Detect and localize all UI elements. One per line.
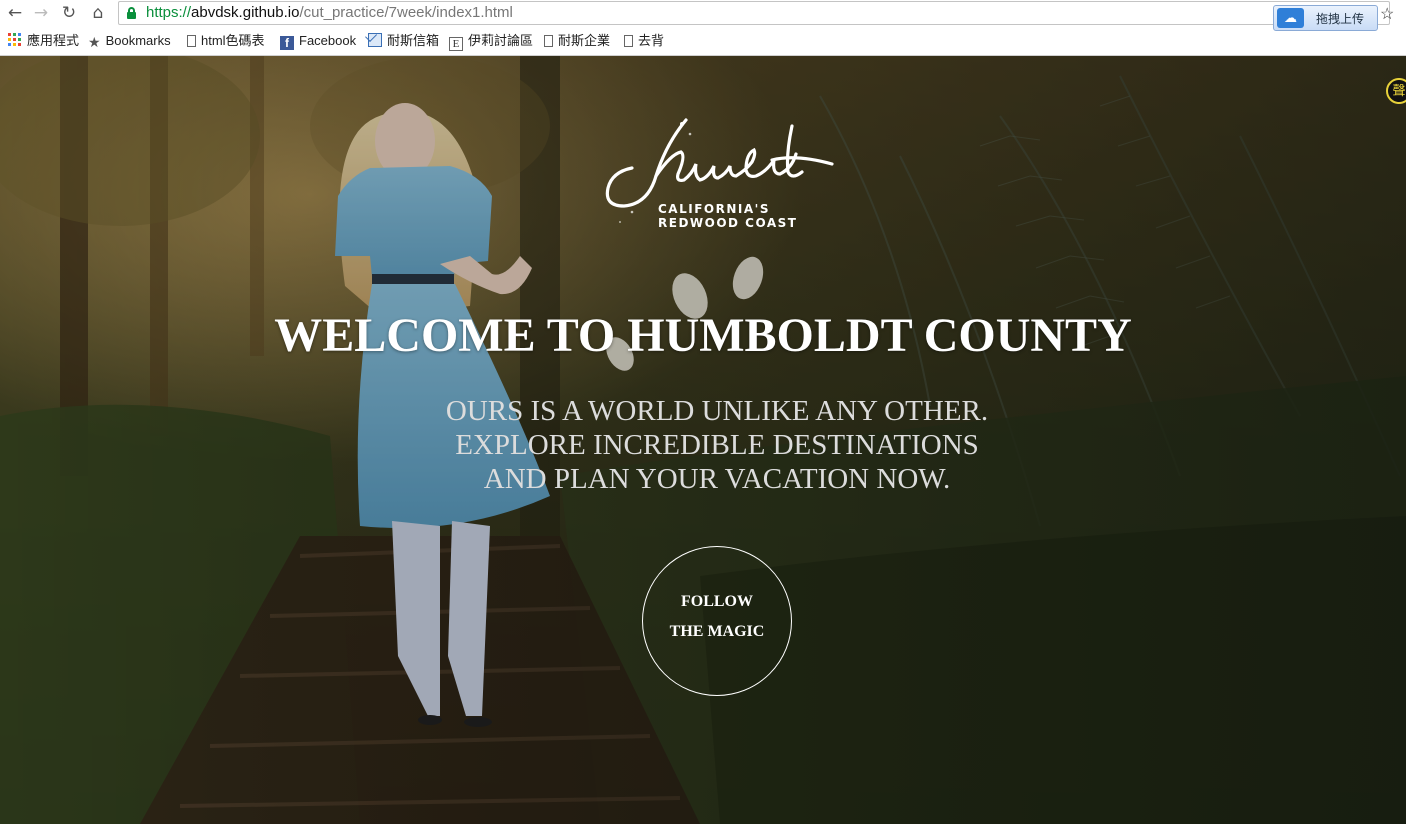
- bookmark-bookmarks[interactable]: ★ Bookmarks: [88, 33, 171, 51]
- upload-extension-label: 拖拽上传: [1316, 12, 1365, 26]
- url-host: abvdsk.github.io: [191, 4, 300, 21]
- url-text[interactable]: https://abvdsk.github.io/cut_practice/7w…: [146, 4, 513, 22]
- facebook-icon: f: [280, 36, 294, 50]
- page-icon: [187, 35, 196, 47]
- back-arrow-icon[interactable]: ←: [4, 3, 26, 23]
- url-path: /cut_practice/7week/index1.html: [299, 4, 513, 21]
- bookmark-label: 耐斯信箱: [387, 33, 440, 48]
- logo-tagline-line-2: REDWOOD COAST: [658, 216, 798, 230]
- bookmark-label: Facebook: [299, 33, 357, 48]
- browser-toolbar: ← → ↻ ⌂ https://abvdsk.github.io/cut_pra…: [0, 0, 1406, 31]
- tagline-line: AND PLAN YOUR VACATION NOW.: [483, 463, 951, 495]
- cta-line-2: THE MAGIC: [669, 623, 765, 640]
- tagline-line: OURS IS A WORLD UNLIKE ANY OTHER.: [445, 395, 989, 427]
- bookmarks-bar: 應用程式 ★ Bookmarks html色碼表 f Facebook 耐斯信箱 E…: [0, 27, 1406, 56]
- bookmark-forum[interactable]: E 伊莉討論區: [449, 33, 533, 51]
- logo-tagline-line-1: CALIFORNIA'S: [658, 202, 770, 216]
- address-bar[interactable]: https://abvdsk.github.io/cut_practice/7w…: [118, 1, 1390, 25]
- bookmark-remove-bg[interactable]: 去背: [624, 33, 664, 51]
- forward-arrow-icon[interactable]: →: [30, 3, 52, 23]
- bookmark-label: 耐斯企業: [558, 33, 611, 48]
- hero-tagline: OURS IS A WORLD UNLIKE ANY OTHER. EXPLOR…: [0, 394, 1406, 496]
- humboldt-logo[interactable]: CALIFORNIA'S REDWOOD COAST: [596, 114, 836, 264]
- reload-icon[interactable]: ↻: [58, 3, 80, 23]
- bookmark-label: 去背: [638, 33, 665, 48]
- lock-icon: [127, 7, 136, 19]
- apps-grid-icon: [8, 33, 22, 47]
- cloud-upload-icon: ☁: [1277, 8, 1304, 28]
- hero-section: CALIFORNIA'S REDWOOD COAST WELCOME TO HU…: [0, 56, 1406, 824]
- bookmark-apps[interactable]: 應用程式: [8, 33, 79, 51]
- follow-the-magic-button[interactable]: FOLLOW THE MAGIC: [642, 546, 792, 696]
- bookmark-label: 伊莉討論區: [468, 33, 534, 48]
- e-site-icon: E: [449, 37, 463, 51]
- mail-icon: [368, 33, 382, 47]
- bookmark-label: html色碼表: [201, 33, 265, 48]
- cta-line-1: FOLLOW: [680, 593, 753, 610]
- bookmark-facebook[interactable]: f Facebook: [280, 33, 356, 51]
- page-icon: [544, 35, 553, 47]
- tagline-line: EXPLORE INCREDIBLE DESTINATIONS: [455, 429, 979, 461]
- bookmark-company[interactable]: 耐斯企業: [544, 33, 610, 51]
- url-scheme: https://: [146, 4, 192, 21]
- logo-tagline: CALIFORNIA'S REDWOOD COAST: [658, 202, 797, 230]
- upload-extension-button[interactable]: ☁ 拖拽上传: [1273, 5, 1378, 31]
- side-widget-button[interactable]: 聲: [1386, 78, 1406, 104]
- page-headline: WELCOME TO HUMBOLDT COUNTY: [274, 309, 1132, 362]
- bookmark-mail[interactable]: 耐斯信箱: [368, 33, 439, 51]
- bookmark-html-colors[interactable]: html色碼表: [187, 33, 265, 51]
- bookmark-label: 應用程式: [27, 33, 80, 48]
- page-icon: [624, 35, 633, 47]
- home-icon[interactable]: ⌂: [87, 3, 109, 23]
- star-icon[interactable]: ☆: [1380, 4, 1394, 24]
- star-icon: ★: [88, 35, 101, 51]
- bookmark-label: Bookmarks: [105, 33, 171, 48]
